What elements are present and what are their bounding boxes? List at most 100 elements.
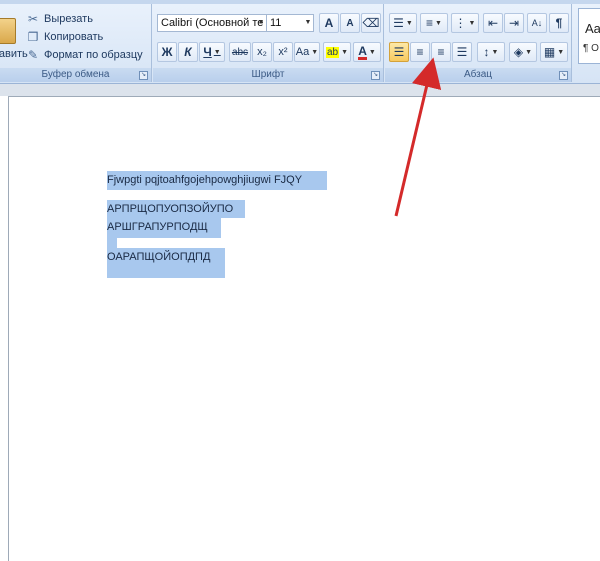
shading-button[interactable]: ◈ ▼ bbox=[509, 42, 537, 62]
superscript-button[interactable]: x² bbox=[273, 42, 293, 62]
borders-icon: ▦ bbox=[543, 45, 556, 59]
document-line-1[interactable]: Fjwpgti pqjtoahfgojehpowghjiugwi FJQY bbox=[107, 171, 327, 190]
align-left-button[interactable]: ☰ bbox=[389, 42, 409, 62]
chevron-down-icon: ▼ bbox=[341, 48, 349, 56]
document-line-3[interactable]: АРШГРАПУРПОДЩ bbox=[107, 218, 221, 238]
clipboard-group-label: Буфер обмена bbox=[0, 68, 151, 82]
grow-font-button[interactable]: A bbox=[319, 13, 339, 33]
chevron-down-icon: ▼ bbox=[405, 19, 413, 27]
justify-icon: ☰ bbox=[456, 45, 468, 59]
align-right-icon: ≡ bbox=[437, 45, 445, 59]
decrease-indent-button[interactable]: ⇤ bbox=[483, 13, 503, 33]
chevron-down-icon: ▼ bbox=[525, 48, 533, 56]
sort-icon: А↓ bbox=[531, 18, 543, 28]
font-family-value: Calibri (Основной те bbox=[161, 17, 264, 29]
italic-icon: К bbox=[184, 45, 192, 59]
multilevel-list-icon: ⋮ bbox=[454, 16, 467, 30]
bullets-button[interactable]: ☰ ▼ bbox=[389, 13, 417, 33]
indent-icon: ⇥ bbox=[508, 16, 520, 30]
format-painter-label: Формат по образцу bbox=[44, 49, 143, 61]
sort-button[interactable]: А↓ bbox=[527, 13, 547, 33]
style-preview-sub: ¶ О bbox=[583, 43, 599, 54]
pilcrow-icon: ¶ bbox=[555, 16, 563, 30]
align-center-button[interactable]: ≡ bbox=[410, 42, 430, 62]
bullet-list-icon: ☰ bbox=[393, 16, 404, 30]
grow-font-icon: A bbox=[324, 16, 334, 30]
subscript-button[interactable]: x₂ bbox=[252, 42, 272, 62]
show-marks-button[interactable]: ¶ bbox=[549, 13, 569, 33]
align-center-icon: ≡ bbox=[416, 45, 424, 59]
multilevel-list-button[interactable]: ⋮ ▼ bbox=[451, 13, 479, 33]
font-color-icon: A bbox=[358, 43, 367, 60]
paragraph-group: ☰ ▼ ≡ ▼ ⋮ ▼ ⇤ ⇥ А↓ ¶ ☰ ≡ ≡ ☰ ↕ ▼ ◈ ▼ ▦ ▼ Абзац… bbox=[385, 4, 572, 82]
copy-label: Копировать bbox=[44, 31, 104, 43]
format-painter-button[interactable]: ✎ Формат по образцу bbox=[26, 46, 143, 64]
change-case-button[interactable]: Aa ▼ bbox=[294, 42, 320, 62]
document-line-2[interactable]: АРПРЩОПУОПЗОЙУПО bbox=[107, 200, 245, 218]
line-spacing-icon: ↕ bbox=[483, 45, 490, 59]
shrink-font-button[interactable]: A bbox=[340, 13, 360, 33]
paste-button[interactable]: тавить bbox=[0, 10, 28, 64]
paragraph-group-label: Абзац bbox=[385, 68, 571, 82]
chevron-down-icon: ▼ bbox=[257, 19, 265, 26]
increase-indent-button[interactable]: ⇥ bbox=[504, 13, 524, 33]
copy-button[interactable]: ❐ Копировать bbox=[26, 28, 104, 46]
strikethrough-button[interactable]: abc bbox=[229, 42, 251, 62]
chevron-down-icon: ▼ bbox=[435, 19, 442, 27]
italic-button[interactable]: К bbox=[178, 42, 198, 62]
subscript-icon: x₂ bbox=[257, 46, 267, 58]
font-dialog-launcher[interactable]: ↘ bbox=[371, 71, 380, 80]
line-spacing-button[interactable]: ↕ ▼ bbox=[477, 42, 505, 62]
paste-label: тавить bbox=[0, 48, 28, 60]
chevron-down-icon: ▼ bbox=[213, 48, 221, 56]
clipboard-group: тавить ✂ Вырезать ❐ Копировать ✎ Формат … bbox=[0, 4, 152, 82]
change-case-icon: Aa bbox=[295, 46, 310, 58]
chevron-down-icon: ▼ bbox=[557, 48, 565, 56]
font-group: Calibri (Основной те ▼ 11 ▼ A A ⌫ Ж К Ч ▼… bbox=[153, 4, 384, 82]
document-line-4[interactable]: ОАРАПЩОЙОПДПД bbox=[107, 248, 225, 278]
clipboard-dialog-launcher[interactable]: ↘ bbox=[139, 71, 148, 80]
underline-button[interactable]: Ч ▼ bbox=[199, 42, 225, 62]
document-background bbox=[0, 84, 600, 96]
underline-icon: Ч bbox=[203, 45, 212, 59]
justify-button[interactable]: ☰ bbox=[452, 42, 472, 62]
copy-icon: ❐ bbox=[27, 30, 39, 44]
scissors-icon: ✂ bbox=[27, 12, 39, 26]
bold-icon: Ж bbox=[161, 45, 173, 59]
align-left-icon: ☰ bbox=[393, 45, 405, 59]
cut-label: Вырезать bbox=[44, 13, 93, 25]
ribbon: тавить ✂ Вырезать ❐ Копировать ✎ Формат … bbox=[0, 0, 600, 84]
bold-button[interactable]: Ж bbox=[157, 42, 177, 62]
font-size-select[interactable]: 11 ▼ bbox=[266, 14, 314, 32]
font-size-value: 11 bbox=[270, 17, 282, 29]
paragraph-dialog-launcher[interactable]: ↘ bbox=[559, 71, 568, 80]
brush-icon: ✎ bbox=[27, 48, 39, 62]
style-gallery-item[interactable]: Aa ¶ О bbox=[578, 8, 600, 64]
numbering-button[interactable]: ≡ ▼ bbox=[420, 13, 448, 33]
font-color-button[interactable]: A ▼ bbox=[353, 42, 381, 62]
selection-gap bbox=[107, 238, 117, 248]
chevron-down-icon: ▼ bbox=[311, 48, 319, 56]
clipboard-paste-icon bbox=[0, 18, 16, 44]
chevron-down-icon: ▼ bbox=[491, 48, 499, 56]
outdent-icon: ⇤ bbox=[487, 16, 499, 30]
chevron-down-icon: ▼ bbox=[368, 48, 376, 56]
chevron-down-icon: ▼ bbox=[304, 19, 312, 26]
style-preview-text: Aa bbox=[585, 21, 600, 36]
eraser-icon: ⌫ bbox=[362, 16, 380, 30]
shrink-font-icon: A bbox=[346, 17, 354, 29]
font-group-label: Шрифт bbox=[153, 68, 383, 82]
chevron-down-icon: ▼ bbox=[468, 19, 476, 27]
borders-button[interactable]: ▦ ▼ bbox=[540, 42, 568, 62]
highlight-button[interactable]: ab ▼ bbox=[323, 42, 351, 62]
align-right-button[interactable]: ≡ bbox=[431, 42, 451, 62]
clear-format-button[interactable]: ⌫ bbox=[361, 13, 381, 33]
strikethrough-icon: abc bbox=[231, 46, 249, 58]
document-page[interactable] bbox=[8, 96, 600, 561]
numbered-list-icon: ≡ bbox=[426, 16, 434, 30]
cut-button[interactable]: ✂ Вырезать bbox=[26, 10, 93, 28]
font-family-select[interactable]: Calibri (Основной те ▼ bbox=[157, 14, 267, 32]
paint-bucket-icon: ◈ bbox=[513, 45, 524, 59]
highlighter-icon: ab bbox=[325, 46, 340, 58]
superscript-icon: x² bbox=[278, 46, 288, 58]
